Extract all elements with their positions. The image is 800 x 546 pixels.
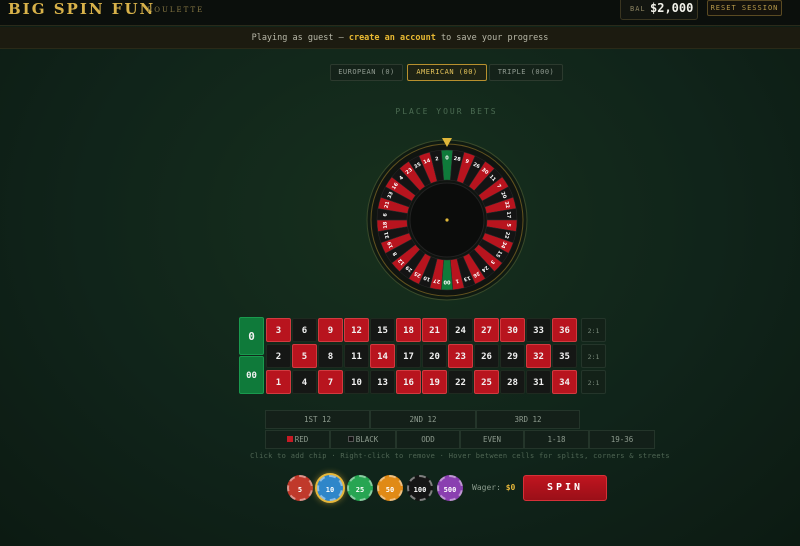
column-bet-middle[interactable]: 2:1	[581, 344, 606, 368]
number-cell-33[interactable]: 33	[526, 318, 551, 342]
wheel-label-17: 17	[505, 211, 512, 219]
betting-hint: Click to add chip · Right-click to remov…	[250, 452, 670, 460]
number-cell-3[interactable]: 3	[266, 318, 291, 342]
number-cell-22[interactable]: 22	[448, 370, 473, 394]
number-cell-27[interactable]: 27	[474, 318, 499, 342]
balance-display: BAL $2,000	[620, 0, 698, 20]
number-cell-30[interactable]: 30	[500, 318, 525, 342]
guest-suffix: to save your progress	[440, 33, 549, 43]
number-cell-15[interactable]: 15	[370, 318, 395, 342]
number-cell-6[interactable]: 6	[292, 318, 317, 342]
bet-black-label: BLACK	[355, 435, 379, 444]
number-cell-12[interactable]: 12	[344, 318, 369, 342]
chip-25[interactable]: 25	[347, 475, 373, 501]
variant-american-button[interactable]: AMERICAN (00)	[407, 64, 487, 81]
bet-black[interactable]: BLACK	[330, 430, 396, 449]
wheel-graphic: 0 28 9 263011720321752234153243613100271025…	[366, 139, 528, 301]
wheel-pointer-icon	[442, 138, 452, 147]
spin-button[interactable]: SPIN	[523, 475, 607, 501]
wheel-label-18: 18	[382, 221, 389, 229]
number-cell-17[interactable]: 17	[396, 344, 421, 368]
number-cell-7[interactable]: 7	[318, 370, 343, 394]
app-title: BIG SPIN FUN	[8, 0, 156, 18]
number-cell-10[interactable]: 10	[344, 370, 369, 394]
number-cell-4[interactable]: 4	[292, 370, 317, 394]
app-subtitle: ROULETTE	[147, 6, 205, 14]
bet-odd[interactable]: ODD	[396, 430, 460, 449]
dozen-bet-third[interactable]: 3RD 12	[476, 410, 580, 429]
chip-10[interactable]: 10	[317, 475, 343, 501]
black-swatch-icon	[347, 436, 354, 442]
balance-label: BAL	[630, 5, 646, 13]
number-cell-25[interactable]: 25	[474, 370, 499, 394]
bet-double-zero[interactable]: 00	[239, 356, 264, 394]
roulette-wheel: 0 28 9 26 30 11 7 20 32 17 5 22 34 15 3 24 36 13 1 00 27 10 25…	[365, 138, 529, 302]
number-cell-35[interactable]: 35	[552, 344, 577, 368]
variant-european-button[interactable]: EUROPEAN (0)	[330, 64, 403, 81]
status-message: PLACE YOUR BETS	[395, 107, 498, 116]
guest-prefix: Playing as guest —	[251, 33, 344, 43]
number-cell-36[interactable]: 36	[552, 318, 577, 342]
dozen-bet-first[interactable]: 1ST 12	[265, 410, 370, 429]
chip-500[interactable]: 500	[437, 475, 463, 501]
bet-zero[interactable]: 0	[239, 317, 264, 355]
number-cell-28[interactable]: 28	[500, 370, 525, 394]
column-bet-bottom[interactable]: 2:1	[581, 370, 606, 394]
top-bar: BIG SPIN FUN ROULETTE BAL $2,000 RESET S…	[0, 0, 800, 26]
column-bet-top[interactable]: 2:1	[581, 318, 606, 342]
number-cell-18[interactable]: 18	[396, 318, 421, 342]
red-swatch-icon	[286, 436, 293, 442]
chip-50[interactable]: 50	[377, 475, 403, 501]
guest-banner: Playing as guest — create an account to …	[0, 27, 800, 49]
number-cell-32[interactable]: 32	[526, 344, 551, 368]
number-cell-2[interactable]: 2	[266, 344, 291, 368]
number-cell-14[interactable]: 14	[370, 344, 395, 368]
variant-triple-button[interactable]: TRIPLE (000)	[489, 64, 563, 81]
number-cell-23[interactable]: 23	[448, 344, 473, 368]
number-cell-5[interactable]: 5	[292, 344, 317, 368]
number-cell-9[interactable]: 9	[318, 318, 343, 342]
number-cell-20[interactable]: 20	[422, 344, 447, 368]
number-cell-21[interactable]: 21	[422, 318, 447, 342]
number-cell-8[interactable]: 8	[318, 344, 343, 368]
bet-high[interactable]: 19-36	[589, 430, 655, 449]
bet-low[interactable]: 1-18	[524, 430, 589, 449]
number-cell-34[interactable]: 34	[552, 370, 577, 394]
number-cell-1[interactable]: 1	[266, 370, 291, 394]
dozen-bet-second[interactable]: 2ND 12	[370, 410, 476, 429]
wager-label: Wager:	[472, 483, 501, 492]
create-account-link[interactable]: create an account	[349, 33, 436, 43]
number-cell-29[interactable]: 29	[500, 344, 525, 368]
number-cell-26[interactable]: 26	[474, 344, 499, 368]
wheel-label-0: 0	[445, 156, 449, 162]
number-cell-13[interactable]: 13	[370, 370, 395, 394]
chip-100[interactable]: 100	[407, 475, 433, 501]
number-cell-31[interactable]: 31	[526, 370, 551, 394]
bet-red[interactable]: RED	[265, 430, 330, 449]
bet-even[interactable]: EVEN	[460, 430, 524, 449]
number-cell-19[interactable]: 19	[422, 370, 447, 394]
wheel-label-00: 00	[443, 279, 450, 285]
balance-value: $2,000	[650, 1, 694, 15]
number-cell-11[interactable]: 11	[344, 344, 369, 368]
chip-5[interactable]: 5	[287, 475, 313, 501]
number-cell-16[interactable]: 16	[396, 370, 421, 394]
number-cell-24[interactable]: 24	[448, 318, 473, 342]
wager-amount: $0	[505, 483, 516, 492]
bet-red-label: RED	[294, 435, 309, 444]
reset-session-button[interactable]: RESET SESSION	[707, 0, 782, 16]
wager-display: Wager: $0	[472, 483, 515, 492]
wheel-center-dot	[445, 218, 449, 222]
